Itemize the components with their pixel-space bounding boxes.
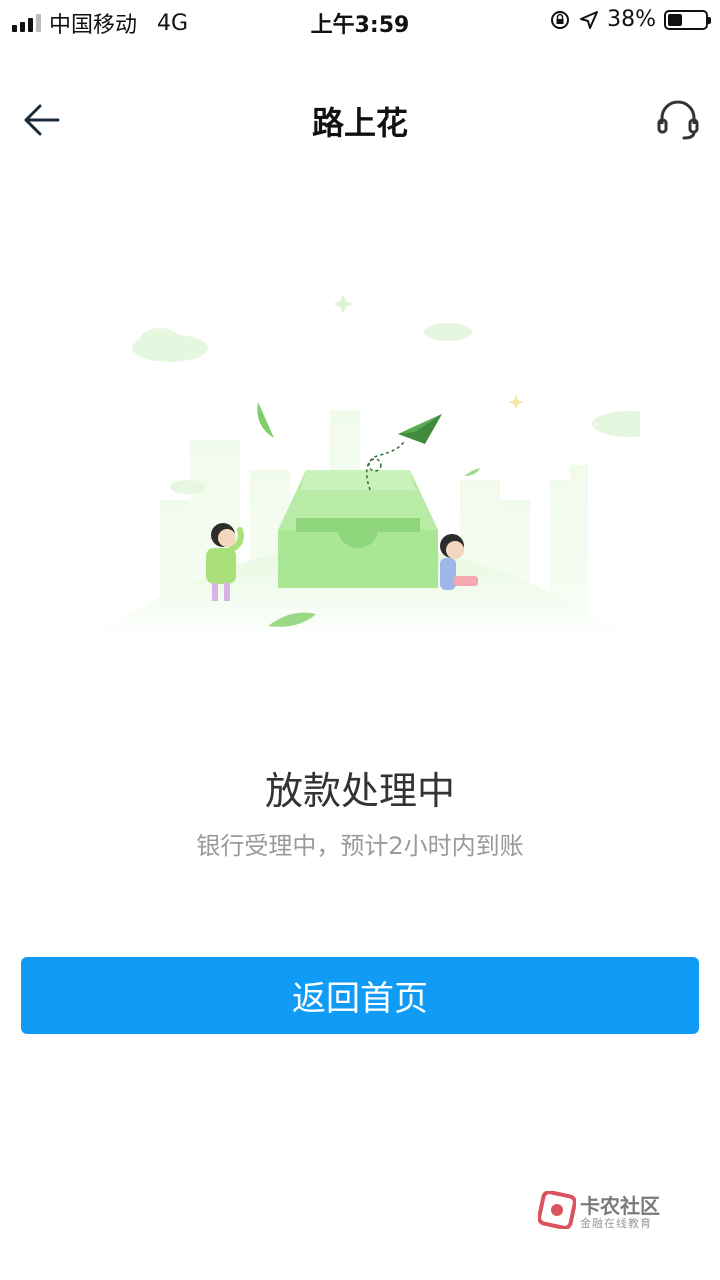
customer-service-button[interactable] xyxy=(654,96,702,144)
watermark-logo: 卡农社区 金融在线教育 xyxy=(538,1188,678,1232)
sparkle-icon xyxy=(333,294,353,314)
status-right: 38% xyxy=(549,7,711,32)
leaf xyxy=(257,402,274,438)
sparkle-icon xyxy=(508,394,524,410)
battery-percent: 38% xyxy=(607,7,656,32)
headset-icon xyxy=(657,100,699,140)
status-title: 放款处理中 xyxy=(264,769,455,813)
box xyxy=(278,470,438,588)
battery-icon xyxy=(664,9,711,30)
kanong-logo-icon xyxy=(538,1191,576,1229)
watermark-subtitle: 金融在线教育 xyxy=(580,1217,652,1230)
status-subtitle: 银行受理中，预计2小时内到账 xyxy=(196,832,524,860)
location-icon xyxy=(580,10,599,29)
nav-bar: 路上花 xyxy=(0,80,720,160)
return-home-button[interactable]: 返回首页 xyxy=(21,957,699,1034)
status-bar: 中国移动 4G 上午3:59 38% xyxy=(0,0,720,40)
page-title: 路上花 xyxy=(311,104,408,142)
processing-illustration xyxy=(90,294,640,640)
orientation-lock-icon xyxy=(551,10,570,29)
leaf xyxy=(464,468,480,476)
